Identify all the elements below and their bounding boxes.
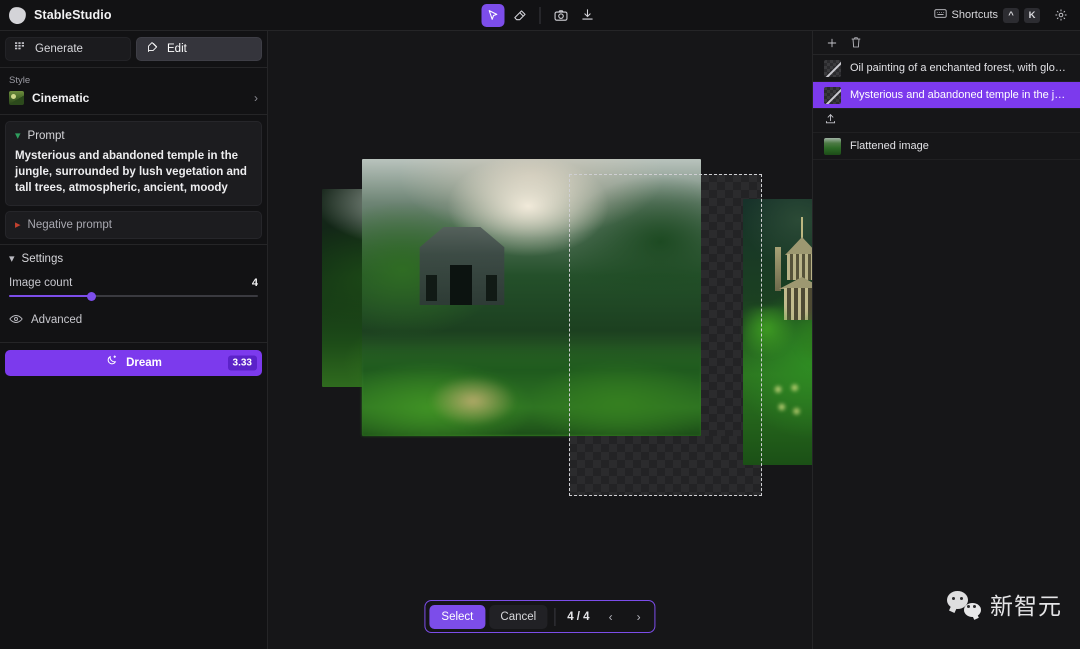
flattened-image-label: Flattened image	[850, 140, 929, 152]
right-sidebar: Oil painting of a enchanted forest, with…	[812, 31, 1080, 649]
eraser-tool-button[interactable]	[508, 4, 531, 27]
tab-edit[interactable]: Edit	[136, 37, 262, 61]
previous-result-button[interactable]: ‹	[599, 605, 623, 629]
chevron-down-icon: ▾	[9, 252, 15, 265]
dream-section: Dream 3.33	[0, 342, 267, 384]
style-thumbnail	[9, 91, 24, 105]
mode-tabs: Generate Edit	[0, 31, 267, 67]
dream-credits-badge: 3.33	[227, 355, 257, 371]
canvas-area[interactable]: Select Cancel 4 / 4 ‹ ›	[268, 31, 812, 649]
toolbar-divider	[539, 6, 541, 24]
image-count-value: 4	[251, 277, 258, 289]
document-item-2[interactable]: Mysterious and abandoned temple in the j…	[813, 82, 1080, 109]
prompt-section: ▾ Prompt Mysterious and abandoned temple…	[0, 114, 267, 244]
result-counter: 4 / 4	[567, 610, 590, 623]
keyboard-icon	[933, 6, 947, 24]
download-tool-button[interactable]	[576, 4, 599, 27]
style-label: Style	[9, 75, 31, 86]
next-result-button[interactable]: ›	[627, 605, 651, 629]
add-document-icon[interactable]	[822, 33, 842, 53]
shortcut-key-k: K	[1024, 7, 1040, 23]
pagoda-spire	[801, 217, 803, 239]
document-thumbnail	[824, 59, 841, 77]
advanced-toggle[interactable]: Advanced	[9, 311, 258, 338]
prompt-header-label: Prompt	[27, 130, 65, 142]
tab-edit-label: Edit	[167, 43, 187, 55]
chevron-down-icon: ▾	[15, 129, 21, 142]
advanced-label: Advanced	[31, 314, 83, 326]
shortcut-key-ctrl: ^	[1003, 7, 1019, 23]
action-bar-divider	[554, 607, 556, 626]
pencil-square-icon	[146, 41, 159, 57]
delete-document-icon[interactable]	[846, 33, 866, 53]
prompt-card[interactable]: ▾ Prompt Mysterious and abandoned temple…	[5, 121, 262, 206]
negative-prompt-label: Negative prompt	[27, 219, 112, 231]
settings-header[interactable]: ▾ Settings	[9, 253, 258, 265]
flattened-image-item[interactable]: Flattened image	[813, 133, 1080, 160]
image-count-row: Image count 4	[9, 277, 258, 289]
app-logo-icon	[7, 5, 28, 25]
temple-window-left	[426, 275, 437, 301]
image-count-label: Image count	[9, 277, 73, 289]
pagoda-minaret-left	[775, 247, 781, 291]
prompt-text[interactable]: Mysterious and abandoned temple in the j…	[15, 148, 252, 196]
cursor-tool-button[interactable]	[481, 3, 505, 27]
app-root: StableStudio Shortcuts ^ K Generate Edit…	[0, 0, 1080, 649]
camera-tool-button[interactable]	[550, 4, 573, 27]
slider-thumb[interactable]	[86, 291, 96, 301]
cancel-button[interactable]: Cancel	[489, 604, 548, 629]
watermark: 新智元	[947, 587, 1062, 621]
document-item-1[interactable]: Oil painting of a enchanted forest, with…	[813, 55, 1080, 82]
style-value: Cinematic	[32, 91, 90, 105]
negative-prompt-card[interactable]: ▸ Negative prompt	[5, 211, 262, 239]
pagoda-tier-upper	[787, 254, 812, 280]
settings-title: Settings	[21, 253, 64, 265]
chevron-right-icon: ▸	[15, 218, 21, 231]
flattened-image-thumbnail	[824, 137, 841, 155]
tab-generate[interactable]: Generate	[5, 37, 131, 61]
tab-generate-label: Generate	[35, 43, 83, 55]
transparency-checkerboard-bottom	[569, 436, 762, 496]
app-title: StableStudio	[34, 8, 112, 22]
settings-section: ▾ Settings Image count 4 Advanced	[0, 244, 267, 342]
image-count-slider[interactable]	[9, 291, 258, 301]
prompt-header[interactable]: ▾ Prompt	[15, 130, 252, 142]
generation-action-bar: Select Cancel 4 / 4 ‹ ›	[424, 600, 656, 633]
dream-label: Dream	[126, 357, 162, 369]
settings-gear-icon[interactable]	[1050, 4, 1072, 26]
berry-cluster	[768, 381, 812, 423]
style-section: Style Cinematic ›	[0, 67, 267, 114]
left-sidebar: Generate Edit Style Cinematic › ▾ Prompt…	[0, 31, 268, 649]
slider-fill	[9, 295, 92, 297]
temple-doorway	[450, 265, 472, 305]
grid-icon	[15, 42, 27, 56]
moon-icon	[105, 354, 118, 372]
document-toolbar	[813, 31, 1080, 55]
document-label: Mysterious and abandoned temple in the j…	[850, 89, 1070, 101]
dream-button[interactable]: Dream 3.33	[5, 350, 262, 376]
select-button[interactable]: Select	[429, 604, 486, 629]
shortcuts-button[interactable]: Shortcuts ^ K	[933, 6, 1040, 24]
top-bar-right: Shortcuts ^ K	[933, 4, 1072, 26]
upload-icon[interactable]	[824, 112, 837, 130]
upload-row[interactable]	[813, 109, 1080, 133]
watermark-text: 新智元	[990, 593, 1062, 619]
document-label: Oil painting of a enchanted forest, with…	[850, 62, 1070, 74]
pagoda-roof-upper	[785, 237, 812, 255]
temple-window-right	[486, 275, 497, 301]
grass-foreground	[362, 341, 701, 436]
brand: StableStudio	[0, 5, 112, 25]
wechat-icon	[947, 591, 981, 617]
shortcuts-label: Shortcuts	[951, 9, 998, 21]
path-light-glow	[428, 375, 518, 427]
chevron-right-icon: ›	[254, 91, 258, 105]
top-bar: StableStudio Shortcuts ^ K	[0, 0, 1080, 31]
app-body: Generate Edit Style Cinematic › ▾ Prompt…	[0, 31, 1080, 649]
eye-icon	[9, 311, 23, 329]
canvas-tools	[481, 3, 599, 27]
document-thumbnail	[824, 86, 841, 104]
style-selector[interactable]: Cinematic ›	[9, 91, 258, 105]
